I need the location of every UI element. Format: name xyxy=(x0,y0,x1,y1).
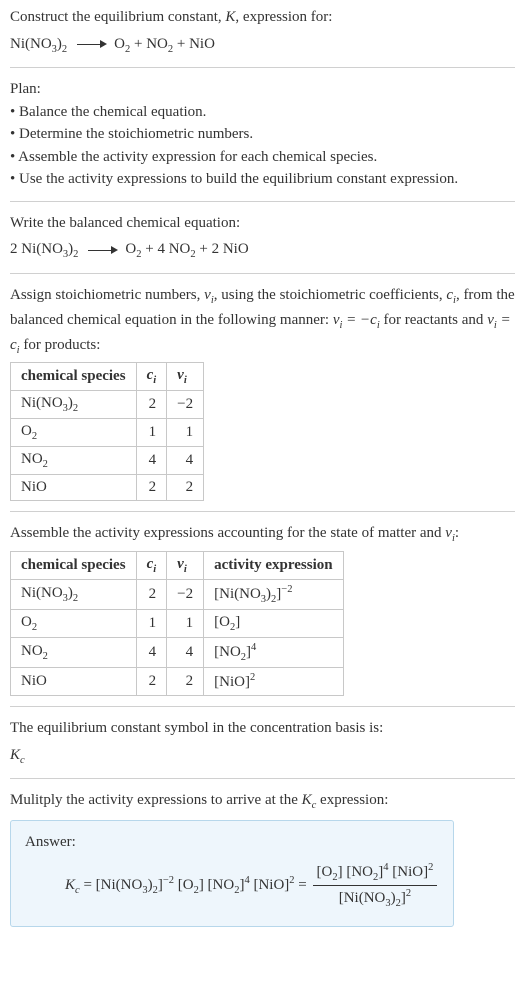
table-cell: O2 xyxy=(11,610,137,638)
table-cell: −2 xyxy=(167,391,204,419)
mult-post: expression: xyxy=(316,792,388,808)
table-cell: 4 xyxy=(167,638,204,668)
table-header: chemical species xyxy=(11,552,137,580)
balanced-lhs: 2 Ni(NO3)2 xyxy=(10,241,78,257)
nu-symbol: νi xyxy=(204,287,214,303)
multiply-text: Mulitply the activity expressions to arr… xyxy=(10,789,515,814)
table-row: Ni(NO3)22−2[Ni(NO3)2]−2 xyxy=(11,580,344,610)
table-row: O211[O2] xyxy=(11,610,344,638)
table-row: NO244[NO2]4 xyxy=(11,638,344,668)
table-cell: −2 xyxy=(167,580,204,610)
table-cell: 2 xyxy=(136,391,167,419)
plan-item: • Balance the chemical equation. xyxy=(10,101,515,124)
table-cell: 2 xyxy=(136,475,167,501)
answer-lhs: Kc = [Ni(NO3)2]−2 [O2] [NO2]4 [NiO]2 = xyxy=(65,877,311,893)
kc-symbol-inline: Kc xyxy=(302,792,317,808)
table-header: chemical species xyxy=(11,363,137,391)
plan-item: • Assemble the activity expression for e… xyxy=(10,146,515,169)
given-equation: Ni(NO3)2 O2 + NO2 + NiO xyxy=(10,33,515,58)
table-row: NiO22[NiO]2 xyxy=(11,668,344,696)
activity-text: Assemble the activity expressions accoun… xyxy=(10,522,515,547)
table-header: νi xyxy=(167,552,204,580)
table-cell: 4 xyxy=(136,447,167,475)
table-cell: [O2] xyxy=(204,610,343,638)
activity-table: chemical speciesciνiactivity expressionN… xyxy=(10,551,344,696)
table-cell: [NiO]2 xyxy=(204,668,343,696)
table-row: NO244 xyxy=(11,447,204,475)
mult-pre: Mulitply the activity expressions to arr… xyxy=(10,792,302,808)
relation-reactants: νi = −ci xyxy=(333,312,380,328)
table-header: νi xyxy=(167,363,204,391)
answer-denominator: [Ni(NO3)2]2 xyxy=(313,886,438,912)
table-cell: 4 xyxy=(167,447,204,475)
kc-symbol: Kc xyxy=(10,744,515,769)
answer-box: Answer: Kc = [Ni(NO3)2]−2 [O2] [NO2]4 [N… xyxy=(10,820,454,927)
table-cell: 2 xyxy=(167,475,204,501)
balanced-intro: Write the balanced chemical equation: xyxy=(10,212,515,235)
stoich-text: Assign stoichiometric numbers, νi, using… xyxy=(10,284,515,358)
page: Construct the equilibrium constant, K, e… xyxy=(0,0,525,943)
table-cell: 2 xyxy=(167,668,204,696)
given-lhs: Ni(NO3)2 xyxy=(10,36,67,52)
table-cell: 1 xyxy=(136,610,167,638)
table-row: O211 xyxy=(11,419,204,447)
plan-item: • Determine the stoichiometric numbers. xyxy=(10,123,515,146)
table-cell: 4 xyxy=(136,638,167,668)
table-cell: NiO xyxy=(11,668,137,696)
table-cell: Ni(NO3)2 xyxy=(11,580,137,610)
plan-label: Plan: xyxy=(10,78,515,101)
table-cell: [Ni(NO3)2]−2 xyxy=(204,580,343,610)
ci-symbol: ci xyxy=(446,287,456,303)
table-cell: O2 xyxy=(11,419,137,447)
title-line: Construct the equilibrium constant, K, e… xyxy=(10,6,515,29)
title-pre: Construct the equilibrium constant, xyxy=(10,9,225,25)
table-cell: 1 xyxy=(136,419,167,447)
divider xyxy=(10,706,515,707)
table-cell: 1 xyxy=(167,419,204,447)
table-cell: Ni(NO3)2 xyxy=(11,391,137,419)
table-cell: 2 xyxy=(136,668,167,696)
balanced-rhs: O2 + 4 NO2 + 2 NiO xyxy=(125,241,248,257)
table-cell: 2 xyxy=(136,580,167,610)
table-row: NiO22 xyxy=(11,475,204,501)
nu-symbol: νi xyxy=(445,525,455,541)
stoich-post: for products: xyxy=(20,337,101,353)
stoich-mid3: for reactants and xyxy=(380,312,487,328)
balanced-equation: 2 Ni(NO3)2 O2 + 4 NO2 + 2 NiO xyxy=(10,238,515,263)
title-K: K xyxy=(225,9,235,25)
divider xyxy=(10,201,515,202)
stoich-pre: Assign stoichiometric numbers, xyxy=(10,287,204,303)
plan-item: • Use the activity expressions to build … xyxy=(10,168,515,191)
answer-numerator: [O2] [NO2]4 [NiO]2 xyxy=(313,860,438,887)
stoich-table: chemical speciesciνiNi(NO3)22−2O211NO244… xyxy=(10,362,204,501)
answer-expression: Kc = [Ni(NO3)2]−2 [O2] [NO2]4 [NiO]2 = [… xyxy=(25,854,439,913)
stoich-mid1: , using the stoichiometric coefficients, xyxy=(214,287,447,303)
answer-label: Answer: xyxy=(25,831,439,854)
table-cell: NiO xyxy=(11,475,137,501)
table-row: Ni(NO3)22−2 xyxy=(11,391,204,419)
answer-fraction: [O2] [NO2]4 [NiO]2 [Ni(NO3)2]2 xyxy=(313,860,438,913)
table-header: ci xyxy=(136,552,167,580)
kc-intro: The equilibrium constant symbol in the c… xyxy=(10,717,515,740)
table-cell: NO2 xyxy=(11,447,137,475)
table-cell: NO2 xyxy=(11,638,137,668)
given-rhs: O2 + NO2 + NiO xyxy=(114,36,215,52)
divider xyxy=(10,778,515,779)
title-post: , expression for: xyxy=(235,9,332,25)
divider xyxy=(10,511,515,512)
divider xyxy=(10,67,515,68)
table-header: ci xyxy=(136,363,167,391)
table-header: activity expression xyxy=(204,552,343,580)
table-cell: [NO2]4 xyxy=(204,638,343,668)
divider xyxy=(10,273,515,274)
plan-list: • Balance the chemical equation.• Determ… xyxy=(10,101,515,191)
activity-pre: Assemble the activity expressions accoun… xyxy=(10,525,445,541)
activity-post: : xyxy=(455,525,459,541)
table-cell: 1 xyxy=(167,610,204,638)
